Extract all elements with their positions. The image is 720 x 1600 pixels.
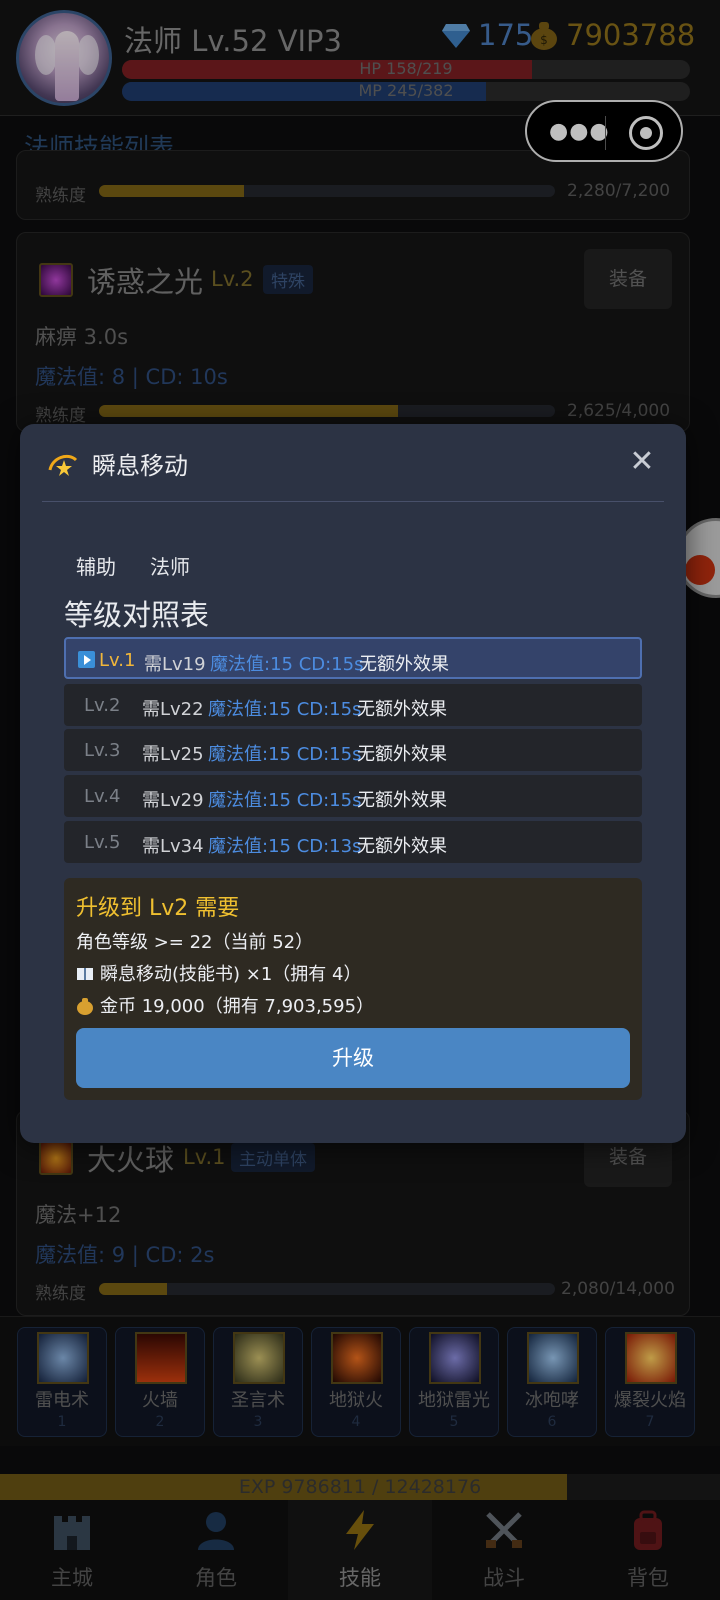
requirement-skill-book: 瞬息移动(技能书) ×1（拥有 4）: [76, 960, 361, 986]
level-table-title: 等级对照表: [64, 598, 210, 632]
mp-cd-cell: 魔法值:15 CD:15s: [208, 790, 362, 811]
modal-title: 瞬息移动: [92, 452, 188, 480]
mp-cd-cell: 魔法值:15 CD:15s: [208, 744, 362, 765]
level-row[interactable]: Lv.3 需Lv25 魔法值:15 CD:15s 无额外效果: [64, 729, 642, 771]
money-bag-icon: [77, 998, 93, 1015]
mp-cd-cell: 魔法值:15 CD:15s: [210, 654, 364, 675]
level-cell: Lv.3: [84, 740, 121, 761]
effect-cell: 无额外效果: [359, 654, 449, 675]
effect-cell: 无额外效果: [357, 744, 447, 765]
required-level: 需Lv22: [142, 699, 204, 720]
level-cell: Lv.4: [84, 786, 121, 807]
close-icon[interactable]: ✕: [624, 444, 660, 480]
effect-cell: 无额外效果: [357, 699, 447, 720]
level-cell: Lv.2: [84, 695, 121, 716]
requirement-gold: 金币 19,000（拥有 7,903,595）: [76, 992, 374, 1018]
required-level: 需Lv19: [144, 654, 206, 675]
mp-cd-cell: 魔法值:15 CD:15s: [208, 699, 362, 720]
skill-tag-class: 法师: [150, 555, 190, 579]
mp-cd-cell: 魔法值:15 CD:13s: [208, 836, 362, 857]
upgrade-requirements: 升级到 Lv2 需要 角色等级 >= 22（当前 52） 瞬息移动(技能书) ×…: [64, 878, 642, 1100]
required-level: 需Lv34: [142, 836, 204, 857]
level-row[interactable]: Lv.5 需Lv34 魔法值:15 CD:13s 无额外效果: [64, 821, 642, 863]
effect-cell: 无额外效果: [357, 836, 447, 857]
level-cell: Lv.1: [78, 650, 135, 671]
level-row[interactable]: Lv.1 需Lv19 魔法值:15 CD:15s 无额外效果: [64, 637, 642, 679]
modal-divider: [42, 501, 664, 502]
level-row[interactable]: Lv.2 需Lv22 魔法值:15 CD:15s 无额外效果: [64, 684, 642, 726]
skills-page: 法师 Lv.52 VIP3 175 $ 7903788 HP 158/219 M…: [0, 0, 720, 1600]
play-icon: [78, 651, 95, 668]
level-cell: Lv.5: [84, 832, 121, 853]
skill-detail-modal: 瞬息移动 ✕ 辅助 法师 等级对照表 Lv.1 需Lv19 魔法值:15 CD:…: [20, 424, 686, 1143]
effect-cell: 无额外效果: [357, 790, 447, 811]
required-level: 需Lv29: [142, 790, 204, 811]
required-level: 需Lv25: [142, 744, 204, 765]
level-row[interactable]: Lv.4 需Lv29 魔法值:15 CD:15s 无额外效果: [64, 775, 642, 817]
upgrade-title: 升级到 Lv2 需要: [76, 896, 240, 921]
upgrade-button[interactable]: 升级: [76, 1028, 630, 1088]
requirement-level: 角色等级 >= 22（当前 52）: [76, 932, 314, 953]
book-icon: [77, 968, 93, 980]
skill-tag-type: 辅助: [76, 555, 116, 579]
dizzy-star-icon: [48, 454, 78, 476]
